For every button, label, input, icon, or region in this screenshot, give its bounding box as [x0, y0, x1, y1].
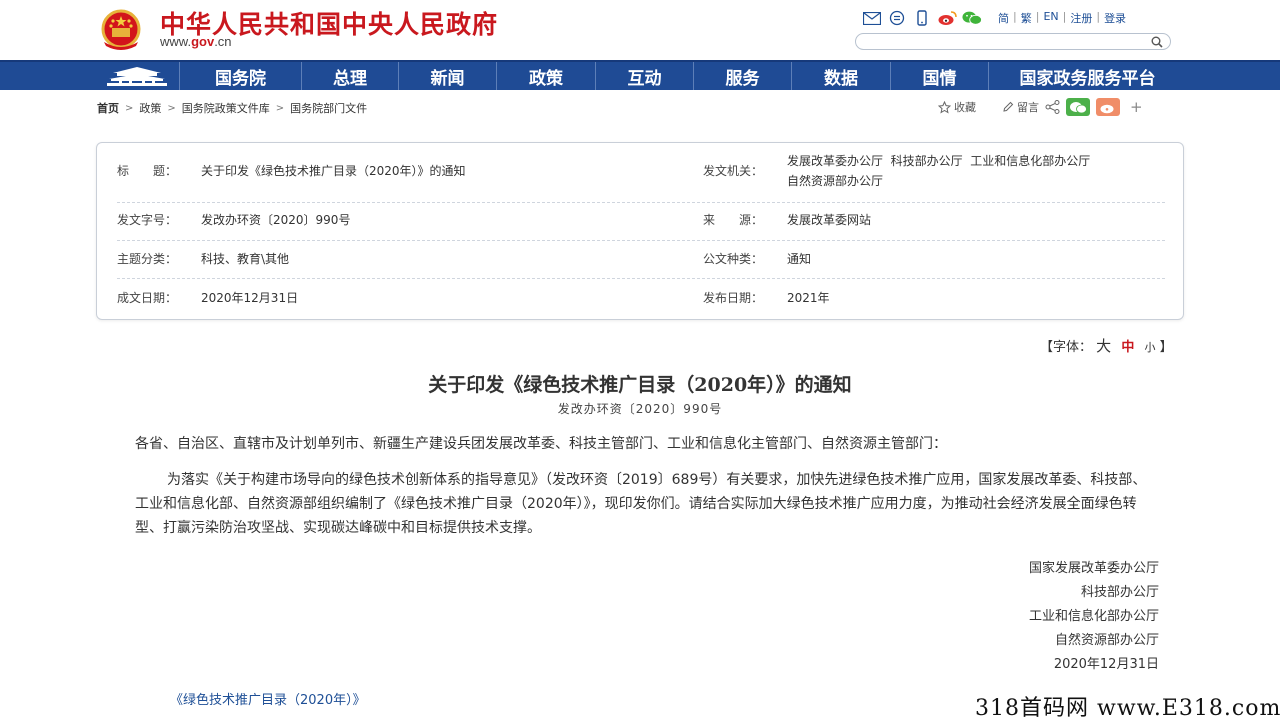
favorite-button[interactable]: 收藏 [938, 99, 976, 115]
login-link[interactable]: 登录 [1104, 10, 1126, 26]
font-large-button[interactable]: 大 [1096, 337, 1111, 355]
separator: | [1013, 10, 1017, 23]
register-link[interactable]: 注册 [1070, 10, 1092, 26]
message-icon[interactable] [887, 10, 907, 26]
national-emblem-icon[interactable] [98, 8, 144, 52]
docno-label: 发文字号： [117, 213, 178, 227]
issuer-value-line2: 自然资源部办公厅 [787, 174, 884, 188]
site-url-suffix: .cn [214, 34, 232, 49]
separator: | [1096, 10, 1101, 23]
doctype-value: 通知 [787, 252, 812, 266]
share-bar: 收藏 留言 + [938, 96, 1143, 118]
nav-item-state-council[interactable]: 国务院 [180, 62, 302, 90]
comment-button[interactable]: 留言 [1002, 99, 1039, 115]
site-url: www.gov.cn [160, 34, 232, 49]
publish-date-label: 发布日期： [703, 291, 764, 305]
written-date-value: 2020年12月31日 [201, 291, 299, 305]
tiananmen-icon [106, 67, 167, 86]
share-icon[interactable] [1045, 100, 1060, 114]
issuer-label: 发文机关： [703, 164, 764, 178]
breadcrumb: 首页 > 政策 > 国务院政策文件库 > 国务院部门文件 [97, 100, 367, 116]
search-box [855, 33, 1171, 54]
search-icon[interactable] [1150, 35, 1164, 49]
docno-value: 发改办环资〔2020〕990号 [201, 213, 351, 227]
mobile-icon[interactable] [912, 10, 932, 26]
star-icon [938, 100, 951, 114]
font-medium-button[interactable]: 中 [1121, 340, 1134, 355]
nav-item-interaction[interactable]: 互动 [596, 62, 694, 90]
font-toggle-prefix: 【字体： [1040, 340, 1093, 355]
signature-mnr: 自然资源部办公厅 [1054, 633, 1159, 648]
lang-english-link[interactable]: EN [1043, 10, 1058, 26]
chevron-right-icon: > [125, 102, 134, 114]
title-label: 标 题： [117, 164, 178, 178]
site-url-brand: gov [191, 34, 215, 49]
lang-simplified-link[interactable]: 简 [998, 10, 1009, 26]
article-doc-number: 发改办环资〔2020〕990号 [557, 402, 723, 416]
breadcrumb-home[interactable]: 首页 [97, 100, 119, 116]
issuer-value-line1: 发展改革委办公厅 科技部办公厅 工业和信息化部办公厅 [787, 154, 1091, 168]
site-header: 中华人民共和国中央人民政府 www.gov.cn 简 | 繁 | EN | 注册 | 登… [0, 0, 1280, 60]
wechat-icon[interactable] [962, 10, 982, 26]
chevron-right-icon: > [275, 102, 285, 114]
weibo-icon[interactable] [937, 10, 957, 26]
main-nav: 国务院 总理 新闻 政策 互动 服务 数据 国情 国家政务服务平台 [0, 60, 1280, 90]
signature-miit: 工业和信息化部办公厅 [1028, 609, 1159, 624]
publish-date-value: 2021年 [787, 291, 830, 305]
separator: | [1062, 10, 1067, 23]
nav-home-button[interactable] [94, 62, 180, 90]
font-small-button[interactable]: 小 [1144, 341, 1155, 354]
site-url-prefix: www. [160, 34, 192, 49]
wechat-share-button[interactable] [1066, 98, 1090, 116]
nav-item-national-conditions[interactable]: 国情 [891, 62, 989, 90]
written-date-label: 成文日期： [117, 291, 178, 305]
nav-item-policy[interactable]: 政策 [497, 62, 596, 90]
breadcrumb-policy[interactable]: 政策 [139, 100, 161, 116]
plus-icon[interactable]: + [1130, 98, 1143, 116]
pencil-icon [1003, 101, 1014, 112]
nav-item-service[interactable]: 服务 [694, 62, 792, 90]
comment-label: 留言 [1017, 101, 1039, 114]
article-salutation: 各省、自治区、直辖市及计划单列市、新疆生产建设兵团发展改革委、科技主管部门、工业… [135, 436, 947, 452]
attachment-link[interactable]: 《绿色技术推广目录（2020年）》 [170, 689, 366, 708]
nav-item-news[interactable]: 新闻 [399, 62, 497, 90]
nav-item-government-service-platform[interactable]: 国家政务服务平台 [989, 62, 1186, 90]
separator: | [1035, 10, 1040, 23]
favorite-label: 收藏 [954, 101, 976, 114]
language-links: 简 | 繁 | EN | 注册 | 登录 [998, 10, 1126, 26]
signature-ndrc: 国家发展改革委办公厅 [1028, 561, 1159, 576]
topic-label: 主题分类： [117, 252, 178, 266]
search-input[interactable] [866, 38, 1146, 54]
lang-traditional-link[interactable]: 繁 [1021, 10, 1032, 26]
document-meta-table: 标 题： 关于印发《绿色技术推广目录（2020年）》的通知 发文机关： 发展改革… [96, 142, 1184, 320]
watermark: 318首码网 www.E318.com [975, 696, 1280, 720]
wechat-icon [1070, 101, 1087, 113]
nav-item-data[interactable]: 数据 [792, 62, 891, 90]
signature-date: 2020年12月31日 [1053, 657, 1159, 672]
weibo-icon [1100, 104, 1114, 113]
signature-most: 科技部办公厅 [1080, 585, 1159, 600]
font-toggle-suffix: 】 [1159, 340, 1173, 355]
font-size-toggle: 【字体： 大 中 小 】 [1040, 335, 1173, 356]
source-label: 来 源： [703, 213, 764, 227]
chevron-right-icon: > [167, 102, 176, 114]
topic-value: 科技、教育\其他 [201, 252, 290, 266]
top-tools [862, 8, 982, 28]
breadcrumb-policy-library[interactable]: 国务院政策文件库 [182, 100, 270, 116]
mail-icon[interactable] [862, 10, 882, 26]
title-value: 关于印发《绿色技术推广目录（2020年）》的通知 [201, 164, 466, 178]
article-title: 关于印发《绿色技术推广目录（2020年）》的通知 [428, 374, 852, 396]
article-body: 为落实《关于构建市场导向的绿色技术创新体系的指导意见》（发改环资〔2019〕68… [135, 472, 1147, 536]
source-value: 发展改革委网站 [787, 213, 872, 227]
nav-item-premier[interactable]: 总理 [302, 62, 399, 90]
doctype-label: 公文种类： [703, 252, 764, 266]
weibo-share-button[interactable] [1096, 98, 1120, 116]
breadcrumb-department-files[interactable]: 国务院部门文件 [290, 100, 367, 116]
